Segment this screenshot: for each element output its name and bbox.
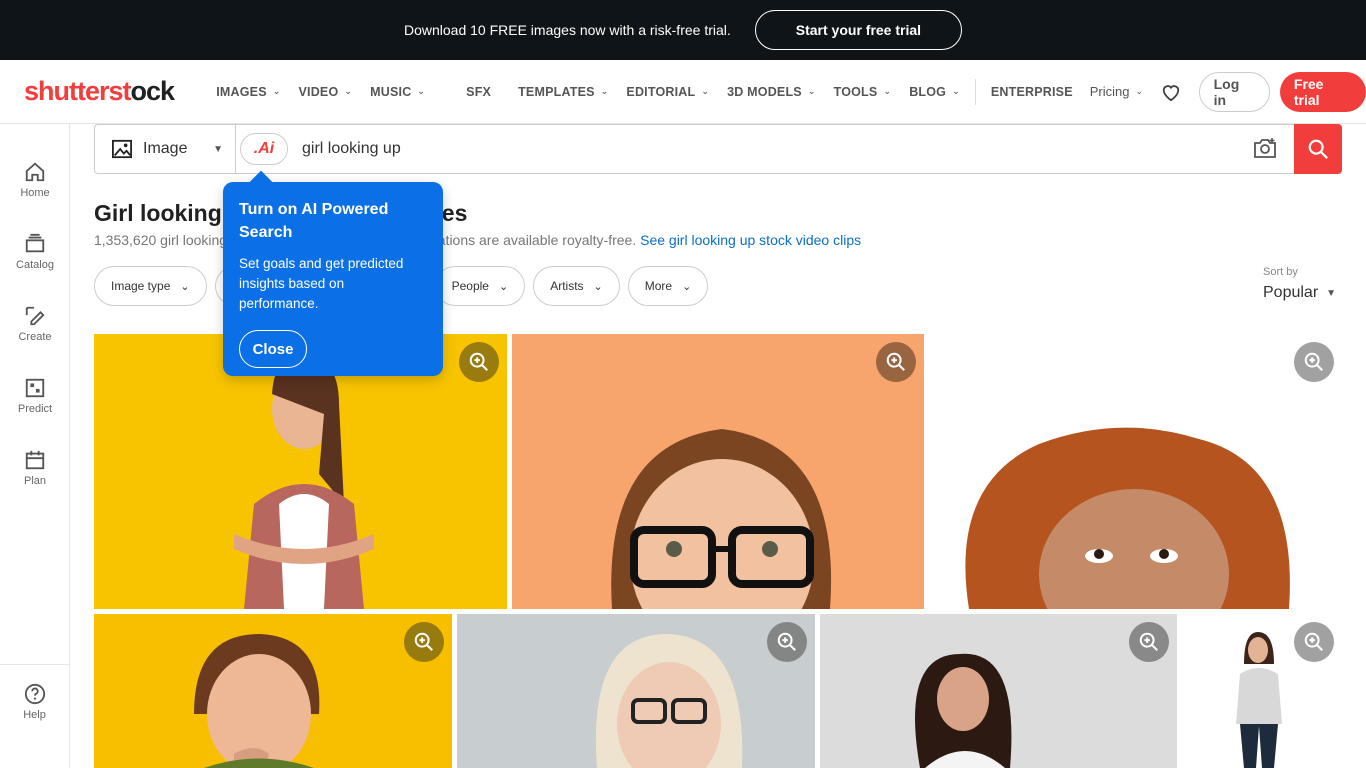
zoom-icon[interactable] xyxy=(459,342,499,382)
nav-video[interactable]: VIDEO ⌄ xyxy=(289,60,361,124)
tooltip-body: Set goals and get predicted insights bas… xyxy=(239,256,404,311)
tooltip-arrow xyxy=(249,170,273,194)
chevron-down-icon: ⌄ xyxy=(593,280,603,293)
nav-tools[interactable]: TOOLS ⌄ xyxy=(825,60,901,124)
zoom-icon[interactable] xyxy=(1294,622,1334,662)
tooltip-close-button[interactable]: Close xyxy=(239,330,307,368)
nav-sfx[interactable]: SFX xyxy=(434,60,509,124)
nav-templates[interactable]: TEMPLATES ⌄ xyxy=(509,60,617,124)
free-trial-button[interactable]: Free trial xyxy=(1279,71,1366,112)
catalog-icon xyxy=(25,233,45,253)
search-input[interactable] xyxy=(302,140,1202,158)
start-free-trial-button[interactable]: Start your free trial xyxy=(754,10,963,50)
sidebar-item-predict[interactable]: Predict xyxy=(0,364,70,428)
sort-label: Sort by xyxy=(1263,266,1298,278)
caret-down-icon: ▼ xyxy=(1326,287,1337,299)
chevron-down-icon: ⌄ xyxy=(883,86,892,96)
nav-3d-models[interactable]: 3D MODELS ⌄ xyxy=(718,60,824,124)
search-bar: Image ▼ .Ai xyxy=(94,124,1342,174)
sidebar-label: Create xyxy=(18,331,52,343)
nav-divider xyxy=(974,78,976,105)
sidebar-label: Catalog xyxy=(16,259,54,271)
chevron-down-icon: ⌄ xyxy=(682,280,692,293)
curly-hair-woman-photo xyxy=(929,334,1342,609)
sidebar-label: Help xyxy=(23,709,46,721)
tooltip-title: Turn on AI Powered Search xyxy=(239,201,389,241)
zoom-icon[interactable] xyxy=(1129,622,1169,662)
sidebar-item-catalog[interactable]: Catalog xyxy=(0,220,70,284)
short-hair-woman-photo xyxy=(94,614,452,768)
nav-blog[interactable]: BLOG ⌄ xyxy=(900,60,969,124)
main-header: shutterstock IMAGES ⌄ VIDEO ⌄ MUSIC ⌄ SFX T… xyxy=(0,60,1366,124)
sidebar-item-help[interactable]: Help xyxy=(0,664,69,768)
zoom-icon[interactable] xyxy=(767,622,807,662)
zoom-icon[interactable] xyxy=(876,342,916,382)
sidebar-label: Predict xyxy=(17,403,53,415)
chevron-down-icon: ⌄ xyxy=(498,280,509,293)
nav-music[interactable]: MUSIC ⌄ xyxy=(361,60,434,124)
search-type-dropdown[interactable]: Image ▼ xyxy=(95,125,236,173)
caret-down-icon: ▼ xyxy=(213,143,223,155)
sidebar-label: Home xyxy=(20,187,50,199)
woman-glasses-orange-photo xyxy=(512,334,924,609)
sidebar-item-create[interactable]: Create xyxy=(0,292,70,356)
promo-banner: Download 10 FREE images now with a risk-… xyxy=(0,0,1366,60)
camera-search-icon[interactable] xyxy=(1253,137,1279,161)
sidebar-item-home[interactable]: Home xyxy=(0,148,70,212)
result-image-5[interactable] xyxy=(457,614,815,768)
create-icon xyxy=(25,306,45,326)
home-icon xyxy=(25,162,45,182)
nav-editorial[interactable]: EDITORIAL ⌄ xyxy=(617,60,718,124)
sort-control[interactable]: Sort by Popular ▼ xyxy=(1263,266,1336,302)
chevron-down-icon: ⌄ xyxy=(344,86,353,96)
sidebar-label: Plan xyxy=(23,475,47,487)
help-icon xyxy=(24,683,45,705)
chevron-down-icon: ⌄ xyxy=(1135,86,1144,96)
nav-pricing[interactable]: Pricing ⌄ xyxy=(1082,84,1151,99)
zoom-icon[interactable] xyxy=(1294,342,1334,382)
predict-icon xyxy=(25,378,45,398)
chevron-down-icon: ⌄ xyxy=(180,280,190,293)
main-nav: IMAGES ⌄ VIDEO ⌄ MUSIC ⌄ SFX TEMPLATES ⌄ EDI… xyxy=(207,60,1151,124)
image-icon xyxy=(112,139,132,159)
result-image-3[interactable] xyxy=(929,334,1342,609)
left-sidebar: Home Catalog Create Predict Plan Help xyxy=(0,124,70,768)
calendar-icon xyxy=(25,450,45,470)
promo-text: Download 10 FREE images now with a risk-… xyxy=(403,22,731,38)
filter-people[interactable]: People ⌄ xyxy=(434,266,526,306)
chevron-down-icon: ⌄ xyxy=(272,86,281,96)
sidebar-item-plan[interactable]: Plan xyxy=(0,436,70,500)
shutterstock-logo[interactable]: shutterstock xyxy=(24,76,181,107)
filter-more[interactable]: More ⌄ xyxy=(627,266,709,306)
search-icon xyxy=(1308,139,1328,159)
result-image-4[interactable] xyxy=(94,614,452,768)
curly-brunette-woman-photo xyxy=(820,614,1177,768)
filter-artists[interactable]: Artists ⌄ xyxy=(533,266,620,306)
favorites-heart-icon[interactable] xyxy=(1159,80,1183,104)
chevron-down-icon: ⌄ xyxy=(701,86,710,96)
video-clips-link[interactable]: See girl looking up stock video clips xyxy=(640,232,861,248)
filter-image-type[interactable]: Image type ⌄ xyxy=(94,266,207,306)
log-in-button[interactable]: Log in xyxy=(1198,71,1270,112)
results-subtitle: 1,353,620 girl looking rations are availa… xyxy=(94,232,862,248)
nav-images[interactable]: IMAGES ⌄ xyxy=(207,60,289,124)
blonde-woman-glasses-photo xyxy=(457,614,815,768)
chevron-down-icon: ⌄ xyxy=(807,86,816,96)
chevron-down-icon: ⌄ xyxy=(417,86,426,96)
search-button[interactable] xyxy=(1294,124,1342,174)
result-image-7[interactable] xyxy=(1182,614,1342,768)
search-type-label: Image xyxy=(143,140,188,157)
nav-enterprise[interactable]: ENTERPRISE xyxy=(982,60,1082,124)
chevron-down-icon: ⌄ xyxy=(600,86,609,96)
ai-search-tooltip: Turn on AI Powered Search Set goals and … xyxy=(223,170,443,376)
sort-value: Popular ▼ xyxy=(1263,284,1337,301)
result-image-2[interactable] xyxy=(512,334,924,609)
zoom-icon[interactable] xyxy=(404,622,444,662)
result-image-6[interactable] xyxy=(820,614,1177,768)
chevron-down-icon: ⌄ xyxy=(952,86,960,96)
ai-search-toggle[interactable]: .Ai xyxy=(240,133,288,165)
